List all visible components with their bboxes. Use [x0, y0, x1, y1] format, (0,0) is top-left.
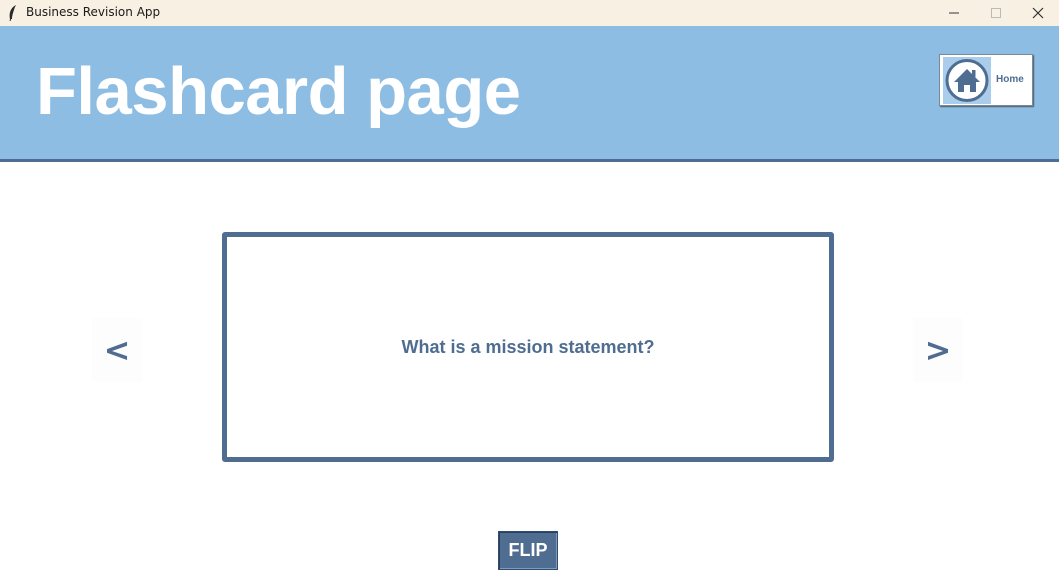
- window-title: Business Revision App: [26, 5, 161, 19]
- home-button-label: Home: [996, 74, 1024, 85]
- page-title: Flashcard page: [36, 54, 521, 129]
- header-divider: [0, 159, 1059, 162]
- flashcard[interactable]: What is a mission statement?: [222, 232, 834, 462]
- close-button[interactable]: [1016, 0, 1059, 26]
- title-bar: Business Revision App: [0, 0, 1059, 26]
- close-icon: [1032, 7, 1044, 19]
- maximize-button[interactable]: [974, 0, 1018, 26]
- home-button[interactable]: Home: [939, 54, 1033, 106]
- maximize-icon: [991, 8, 1001, 18]
- flashcard-text: What is a mission statement?: [401, 336, 655, 357]
- previous-card-button[interactable]: <: [92, 318, 142, 382]
- feather-icon: [6, 4, 20, 22]
- minimize-button[interactable]: [932, 0, 976, 26]
- home-icon: [943, 57, 991, 104]
- flip-button[interactable]: FLIP: [498, 531, 558, 570]
- minimize-icon: [949, 12, 959, 14]
- next-card-button[interactable]: >: [913, 318, 963, 382]
